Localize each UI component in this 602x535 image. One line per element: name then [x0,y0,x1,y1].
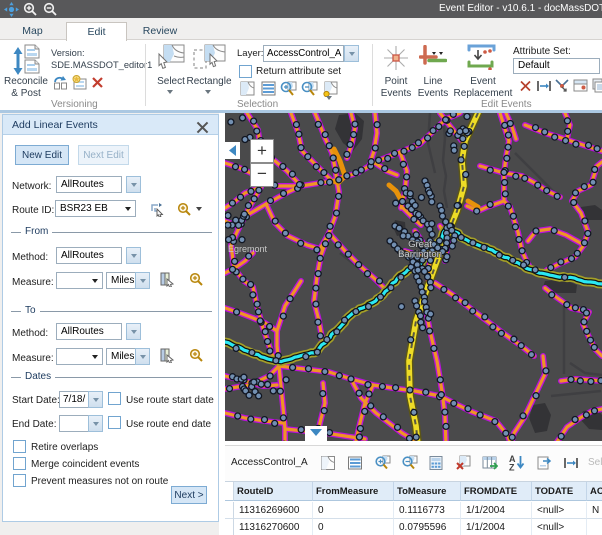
svg-text:Egremont: Egremont [228,244,268,254]
svg-text:Z: Z [509,463,515,472]
svg-text:Barrington: Barrington [398,249,442,260]
